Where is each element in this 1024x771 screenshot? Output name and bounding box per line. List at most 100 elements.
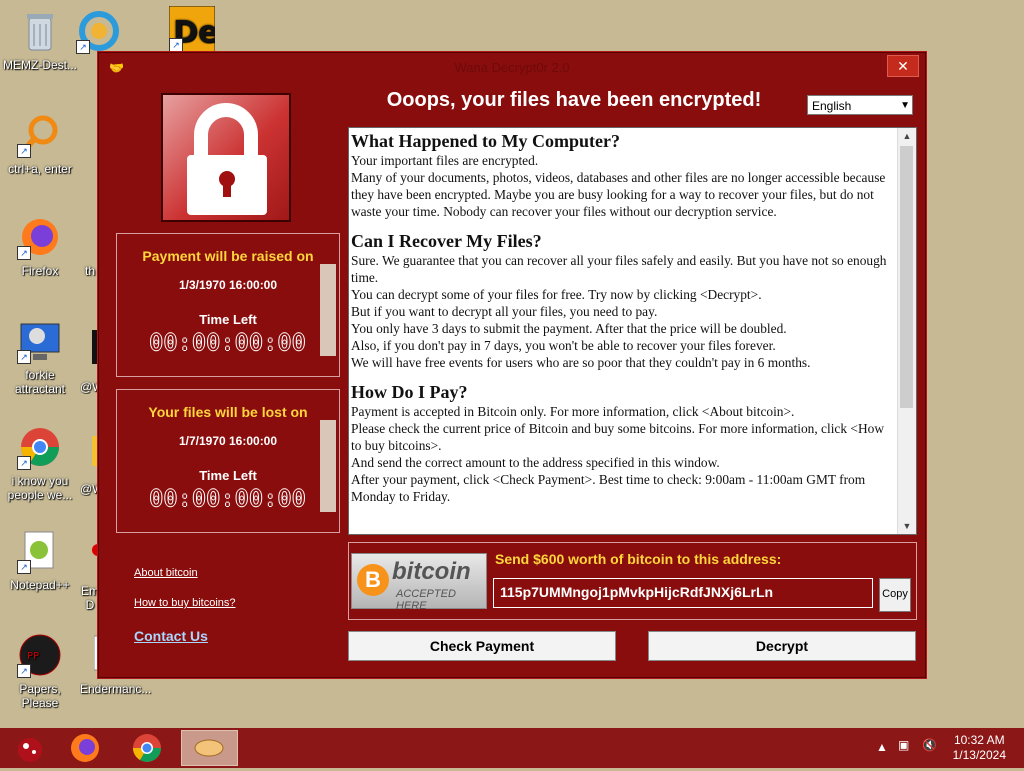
paragraph: And send the correct amount to the addre… — [351, 455, 720, 470]
show-hidden-icons-icon[interactable]: ▲ — [876, 740, 888, 754]
ransomware-window: 🤝 Wana Decrypt0r 2.0 ✕ Payment will be r… — [98, 52, 926, 678]
monitor-gear-icon: ↗ — [17, 318, 63, 364]
time-left-label: Time Left — [199, 312, 257, 327]
recycle-bin-icon — [17, 8, 63, 54]
volume-muted-icon[interactable]: 🔇 — [922, 738, 937, 752]
ransom-note-textbox[interactable]: What Happened to My Computer? Your impor… — [348, 127, 917, 535]
partial-icon — [80, 330, 100, 376]
paragraph: Also, if you don't pay in 7 days, you wo… — [351, 338, 776, 353]
desktop-icon-label: th — [84, 264, 95, 278]
decrypt-button[interactable]: Decrypt — [648, 631, 916, 661]
desktop-icon-label: i know you people we... — [7, 474, 73, 502]
shortcut-arrow-icon: ↗ — [17, 246, 31, 260]
desktop-icon-notepadpp[interactable]: ↗ Notepad++ — [0, 528, 80, 592]
svg-text:PP: PP — [27, 651, 39, 662]
bitcoin-logo-word: bitcoin — [392, 558, 471, 585]
system-clock[interactable]: 10:32 AM 1/13/2024 — [953, 733, 1006, 763]
bitcoin-address-field[interactable]: 115p7UMMngoj1pMvkpHijcRdfJNXj6LrLn — [493, 578, 873, 608]
progress-bar — [320, 264, 336, 356]
payment-raised-panel: Payment will be raised on 1/3/1970 16:00… — [116, 233, 340, 377]
notepad-plus-plus-icon: ↗ — [17, 528, 63, 574]
scroll-thumb[interactable] — [900, 146, 913, 408]
chrome-icon — [133, 734, 161, 762]
desktop-icon-label: MEMZ-Dest... — [3, 58, 77, 72]
close-button[interactable]: ✕ — [887, 55, 919, 77]
papers-please-icon: PP ↗ — [17, 632, 63, 678]
desktop-icon-forkie[interactable]: ↗ forkie attractant — [0, 318, 80, 396]
paragraph: Your important files are encrypted. — [351, 153, 539, 168]
paragraph: You can decrypt some of your files for f… — [351, 287, 762, 302]
section-heading: What Happened to My Computer? — [351, 131, 620, 151]
paragraph: Please check the current price of Bitcoi… — [351, 421, 884, 453]
network-icon[interactable]: ▣ — [898, 738, 909, 752]
shortcut-arrow-icon: ↗ — [76, 40, 90, 54]
copy-button[interactable]: Copy — [879, 578, 911, 612]
check-payment-button[interactable]: Check Payment — [348, 631, 616, 661]
taskbar-wanadecryptor[interactable] — [181, 730, 238, 766]
paragraph: You only have 3 days to submit the payme… — [351, 321, 787, 336]
clock-date: 1/13/2024 — [952, 748, 1006, 762]
bitcoin-payment-panel: B bitcoin ACCEPTED HERE Send $600 worth … — [348, 542, 917, 620]
partial-icon — [80, 432, 100, 478]
progress-bar — [320, 420, 336, 512]
paragraph: Payment is accepted in Bitcoin only. For… — [351, 404, 795, 419]
desktop-icon-ie[interactable]: ↗ — [76, 8, 119, 58]
scroll-up-icon[interactable]: ▲ — [898, 128, 916, 144]
magnifier-icon: ↗ — [17, 112, 63, 158]
desktop-icon-papers-please[interactable]: PP ↗ Papers, Please — [0, 632, 80, 710]
paragraph: We will have free events for users who a… — [351, 355, 811, 370]
shortcut-arrow-icon: ↗ — [17, 144, 31, 158]
page-title: Ooops, your files have been encrypted! — [386, 89, 762, 111]
chevron-down-icon: ▼ — [900, 100, 910, 111]
shortcut-arrow-icon: ↗ — [17, 350, 31, 364]
section-heading: Can I Recover My Files? — [351, 231, 542, 251]
scroll-down-icon[interactable]: ▼ — [898, 518, 916, 534]
padlock-icon — [161, 93, 291, 222]
bitcoin-logo-sub: ACCEPTED HERE — [396, 588, 456, 612]
firefox-icon — [71, 734, 99, 762]
language-select[interactable]: English ▼ — [807, 95, 913, 115]
paragraph: Sure. We guarantee that you can recover … — [351, 253, 887, 285]
desktop-icon-th[interactable]: th — [80, 214, 100, 278]
shortcut-arrow-icon: ↗ — [169, 38, 183, 52]
title-bar[interactable]: 🤝 Wana Decrypt0r 2.0 ✕ — [99, 53, 925, 81]
language-select-value: English — [812, 99, 852, 113]
start-button[interactable] — [4, 730, 58, 766]
desktop-icon-firefox[interactable]: ↗ Firefox — [0, 214, 80, 278]
files-lost-date: 1/7/1970 16:00:00 — [178, 434, 278, 448]
files-lost-heading: Your files will be lost on — [148, 404, 308, 420]
desktop-icon-em[interactable]: Em D — [80, 534, 100, 612]
payment-raised-heading: Payment will be raised on — [142, 248, 314, 264]
about-bitcoin-link[interactable]: About bitcoin — [134, 567, 198, 579]
desktop-icon-label: @W — [80, 380, 100, 394]
paragraph: After your payment, click <Check Payment… — [351, 472, 866, 504]
desktop-icon-w2[interactable]: @W — [80, 432, 100, 496]
bitcoin-icon: B — [357, 564, 389, 596]
time-left-label: Time Left — [199, 468, 257, 483]
bitcoin-accepted-logo: B bitcoin ACCEPTED HERE — [351, 553, 487, 612]
desktop-icon-ctrl-a[interactable]: ↗ ctrl+a, enter — [0, 112, 80, 176]
desktop-icon-memz[interactable]: MEMZ-Dest... — [0, 8, 80, 72]
section-heading: How Do I Pay? — [351, 382, 468, 402]
taskbar-firefox[interactable] — [58, 730, 112, 766]
countdown-timer: 00:00:00:00 — [149, 487, 307, 512]
shortcut-arrow-icon: ↗ — [17, 456, 31, 470]
contact-us-link[interactable]: Contact Us — [134, 628, 208, 644]
paragraph: Many of your documents, photos, videos, … — [351, 170, 886, 219]
desktop-icon-label: Em D — [81, 584, 99, 612]
desktop-icon-chrome[interactable]: ↗ i know you people we... — [0, 424, 80, 502]
desktop-icon-label: forkie attractant — [14, 368, 66, 396]
handshake-icon — [194, 739, 224, 757]
chrome-icon: ↗ — [17, 424, 63, 470]
ransom-note-content: What Happened to My Computer? Your impor… — [351, 130, 896, 505]
vertical-scrollbar[interactable]: ▲ ▼ — [897, 128, 916, 534]
desktop-icon-label: Endermanc... — [80, 682, 152, 696]
taskbar-chrome[interactable] — [120, 730, 174, 766]
desktop-icon-label: Notepad++ — [10, 578, 70, 592]
paragraph: But if you want to decrypt all your file… — [351, 304, 658, 319]
desktop-icon-de[interactable]: De ↗ — [162, 5, 222, 56]
partial-icon — [80, 534, 100, 580]
desktop-icon-label: Firefox — [21, 264, 59, 278]
how-to-buy-bitcoins-link[interactable]: How to buy bitcoins? — [134, 597, 236, 609]
desktop-icon-w1[interactable]: @W — [80, 330, 100, 394]
